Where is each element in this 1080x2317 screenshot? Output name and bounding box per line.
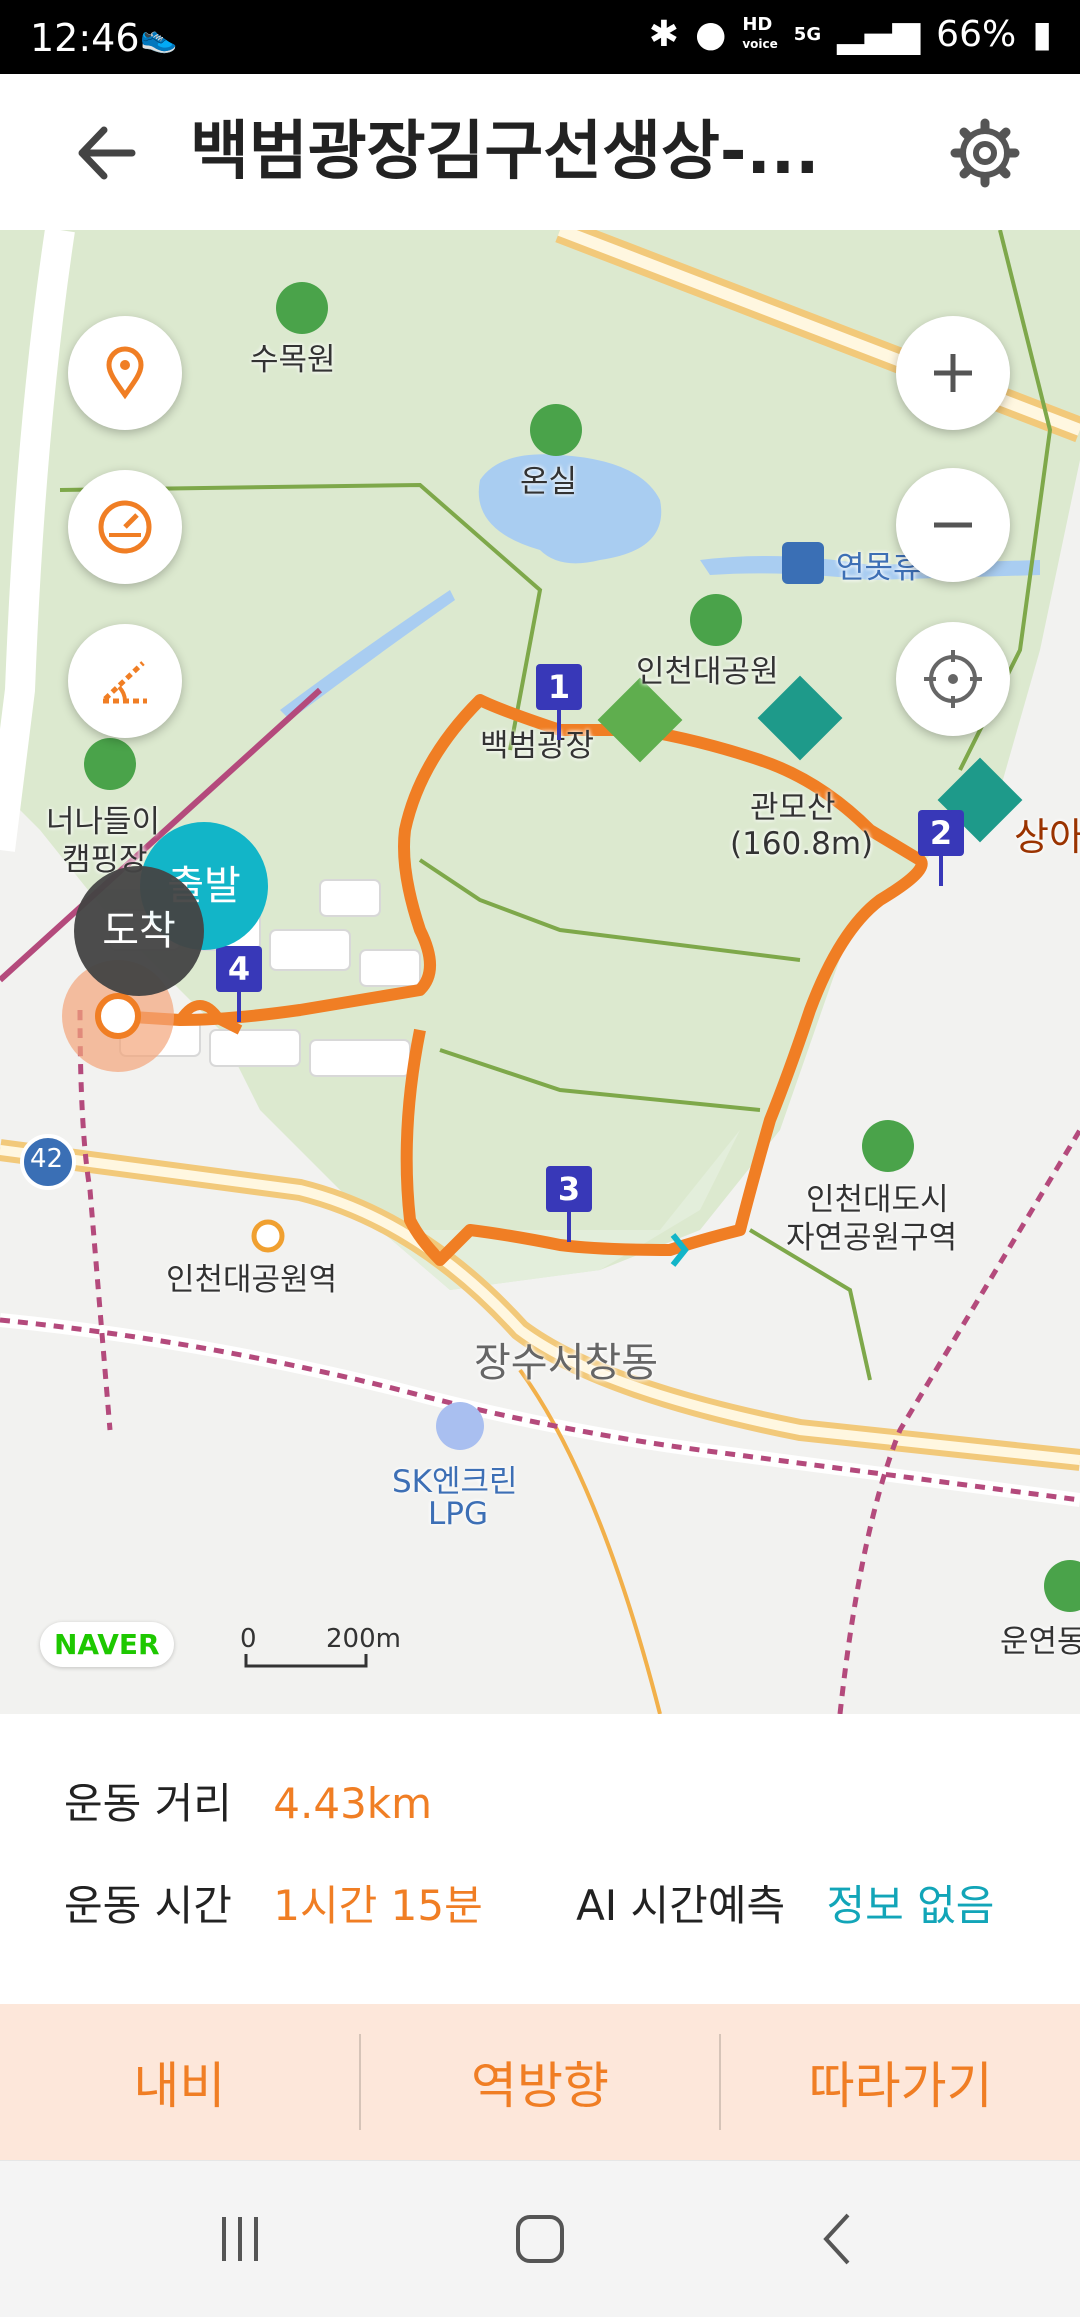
zoom-out-button[interactable] [896, 468, 1010, 582]
distance-value: 4.43km [273, 1779, 433, 1828]
recent-apps-icon [222, 2217, 258, 2261]
location-pin-button[interactable] [68, 316, 182, 430]
status-bar: 12:46 👟 ✱ ● HD voice 5G ▂▄▆ 66% ▮ [0, 0, 1080, 74]
signal-icon: ▂▄▆ [837, 14, 921, 55]
map-label: LPG [428, 1496, 488, 1532]
distance-label: 운동 거리 [64, 1779, 232, 1828]
app-header: 백범광장김구선생상-... [0, 74, 1080, 230]
map-label: 인천대공원 [636, 654, 779, 690]
map-label: 관모산 [750, 790, 836, 826]
bluetooth-icon: ✱ [648, 14, 679, 55]
distance-row: 운동 거리 4.43km [64, 1770, 432, 1831]
map-label: 인천대공원역 [166, 1262, 338, 1298]
naver-logo: NAVER [40, 1622, 174, 1667]
chevron-left-icon [823, 2213, 850, 2265]
home-icon [516, 2215, 564, 2263]
scale-distance: 200m [326, 1624, 401, 1654]
waypoint-marker-4[interactable]: 4 [216, 946, 262, 1022]
ai-estimate-label: AI 시간예측 [576, 1881, 786, 1930]
status-time: 12:46 [30, 16, 140, 60]
status-icons: ✱ ● HD voice 5G ▂▄▆ 66% ▮ [649, 14, 1052, 55]
time-value: 1시간 15분 [273, 1881, 483, 1930]
speedometer-button[interactable] [68, 470, 182, 584]
network-type: 5G [793, 23, 822, 45]
recent-apps-button[interactable] [160, 2161, 320, 2317]
ai-estimate-value: 정보 없음 [826, 1881, 995, 1930]
waypoint-marker-3[interactable]: 3 [546, 1166, 592, 1242]
map-pin-icon [106, 346, 144, 400]
crosshair-icon [924, 650, 982, 708]
battery-level: 66% [936, 14, 1017, 55]
map-label: 자연공원구역 [786, 1220, 958, 1256]
time-label: 운동 시간 [64, 1881, 232, 1930]
reverse-direction-button[interactable]: 역방향 [361, 2004, 720, 2160]
follow-button[interactable]: 따라가기 [721, 2004, 1080, 2160]
page-title: 백범광장김구선생상-... [190, 115, 820, 189]
map-label: 수목원 [250, 342, 336, 378]
action-bar: 내비 역방향 따라가기 [0, 2004, 1080, 2160]
map-label: 온실 [520, 464, 578, 500]
settings-button[interactable] [950, 118, 1020, 188]
system-nav-bar [0, 2160, 1080, 2317]
zoom-in-button[interactable] [896, 316, 1010, 430]
map-view[interactable]: 수목원 온실 연못휴게소 인천대공원 백범광장 관모산 (160.8m) 상아 … [0, 230, 1080, 1714]
end-marker[interactable]: 도착 [74, 866, 204, 996]
back-arrow-icon [78, 126, 136, 180]
waypoint-marker-2[interactable]: 2 [918, 810, 964, 886]
battery-icon: ▮ [1032, 14, 1052, 55]
waypoint-marker-1[interactable]: 1 [536, 664, 582, 740]
gear-icon [950, 118, 1020, 188]
plus-icon [934, 354, 972, 392]
home-button[interactable] [460, 2161, 620, 2317]
map-label: 장수서창동 [474, 1340, 658, 1386]
back-nav-button[interactable] [760, 2161, 920, 2317]
map-label: (160.8m) [730, 826, 874, 862]
minus-icon [934, 522, 972, 528]
scale-zero: 0 [240, 1624, 257, 1654]
road-number-42: 42 [30, 1144, 64, 1174]
slope-button[interactable] [68, 624, 182, 738]
hd-voice-icon: HD voice [742, 14, 778, 52]
my-location-button[interactable] [896, 622, 1010, 736]
map-label: 백범광장 [480, 728, 595, 764]
back-button[interactable] [70, 118, 140, 188]
speedometer-icon [98, 500, 152, 554]
navi-button[interactable]: 내비 [0, 2004, 359, 2160]
route-info-panel: 운동 거리 4.43km 운동 시간 1시간 15분 AI 시간예측 정보 없음 [0, 1714, 1080, 2004]
map-label: 상아 [1014, 815, 1080, 859]
step-counter-icon: 👟 [140, 20, 178, 55]
map-label: SK엔크린 [392, 1464, 518, 1500]
location-icon: ● [694, 14, 727, 55]
map-label: 운연동 [1000, 1624, 1080, 1660]
slope-icon [103, 661, 147, 704]
time-row: 운동 시간 1시간 15분 AI 시간예측 정보 없음 [64, 1872, 994, 1933]
